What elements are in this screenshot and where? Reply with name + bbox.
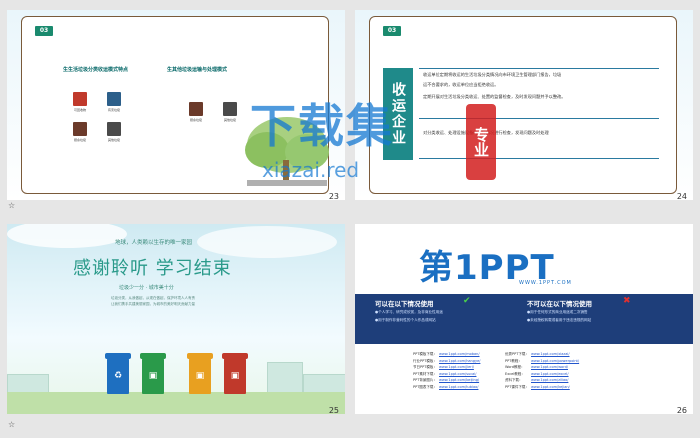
icon-caption: 有害垃圾 bbox=[107, 108, 120, 112]
recycle-bin-red: ▣ bbox=[222, 353, 248, 394]
resource-link[interactable]: www.1ppt.com/kejian/ bbox=[531, 385, 570, 389]
icon-caption: 其他垃圾 bbox=[107, 138, 120, 142]
link-label: 节日PPT模板： bbox=[413, 365, 437, 369]
resource-link[interactable]: www.1ppt.com/tubiao/ bbox=[439, 385, 478, 389]
body-text: 收运单位定期将收运的生活垃圾分类情况向市环境卫生管理部门报告，垃圾 bbox=[423, 72, 562, 77]
small-text: 垃圾分类，从我做起，从现在做起，保护环境人人有责 bbox=[111, 296, 195, 300]
resource-link[interactable]: www.1ppt.com/sucai/ bbox=[439, 372, 476, 376]
recycle-bin-blue: ♻ bbox=[105, 353, 131, 394]
slogan: 垃圾少一分 · 城市美十分 bbox=[119, 285, 174, 291]
slide-number: 23 bbox=[328, 192, 339, 200]
cross-icon: ✖ bbox=[623, 296, 631, 306]
resource-link[interactable]: www.1ppt.com/beijing/ bbox=[439, 378, 479, 382]
resource-link[interactable]: www.1ppt.com/powerpoint/ bbox=[531, 359, 579, 363]
resource-link[interactable]: www.1ppt.com/ziliao/ bbox=[531, 378, 568, 382]
link-label: PPT图表下载： bbox=[413, 384, 437, 389]
closing-title: 感谢聆听 学习结束 bbox=[73, 258, 232, 279]
body-text: 定期开展对生活垃圾分类收运、处置的监督检查，及时发现问题并予以整改。 bbox=[423, 94, 566, 99]
forbidden-line: ●用于任何形式的商业用途或二次销售 bbox=[527, 310, 588, 314]
other-waste-icon bbox=[107, 122, 121, 136]
watermark-badge: 专业 bbox=[466, 104, 496, 180]
section-badge: 03 bbox=[383, 26, 401, 36]
forbidden-line: ●未经授权转载或者用于违法违规的网站 bbox=[527, 318, 592, 322]
slide-number: 26 bbox=[676, 406, 687, 414]
allowed-line: ●用于制作非营利性的个人作品或网站 bbox=[375, 318, 436, 322]
icon-caption: 可回收物 bbox=[73, 108, 86, 112]
logo-url: WWW.1PPT.COM bbox=[519, 280, 572, 286]
section-badge: 03 bbox=[35, 26, 53, 36]
link-label: PPT模板下载： bbox=[413, 352, 437, 356]
small-text: 让我们携手共建美丽家园，为城市的美好明天贡献力量 bbox=[111, 302, 195, 306]
content-frame bbox=[369, 16, 677, 194]
divider bbox=[419, 158, 659, 159]
link-label: PPT素材下载： bbox=[413, 371, 437, 376]
kitchen-waste-icon bbox=[189, 102, 203, 116]
resource-link[interactable]: www.1ppt.com/hangye/ bbox=[439, 359, 480, 363]
resource-link[interactable]: www.1ppt.com/moban/ bbox=[439, 352, 480, 356]
allowed-title: 可以在以下情况使用 bbox=[375, 300, 434, 308]
slide-thumbnail-24[interactable]: 03 收运企业 收运单位定期将收运的生活垃圾分类情况向市环境卫生管理部门报告，垃… bbox=[355, 10, 693, 200]
slide-thumbnail-25[interactable]: 地球，人类赖以生存的唯一家园 感谢聆听 学习结束 垃圾少一分 · 城市美十分 垃… bbox=[7, 224, 345, 414]
recycle-bin-yellow: ▣ bbox=[187, 353, 213, 394]
link-label: Excel教程： bbox=[505, 371, 525, 376]
watermark-text: 下载集 bbox=[250, 99, 394, 153]
link-label: PPT课件下载： bbox=[505, 384, 529, 389]
icon-caption: 厨余垃圾 bbox=[189, 118, 202, 122]
kitchen-waste-icon bbox=[73, 122, 87, 136]
recyclable-icon bbox=[73, 92, 87, 106]
hazardous-icon bbox=[107, 92, 121, 106]
body-text: 运不合要求的，收运单位应当拒绝收运。 bbox=[423, 82, 499, 87]
slide-thumbnail-26[interactable]: 第1PPT WWW.1PPT.COM 可以在以下情况使用 ✔ ●个人学习、研究或… bbox=[355, 224, 693, 414]
divider bbox=[419, 118, 659, 119]
link-label: 资料下载： bbox=[505, 378, 523, 382]
link-label: PPT背景图片： bbox=[413, 378, 437, 382]
check-icon: ✔ bbox=[463, 296, 471, 306]
star-icon[interactable]: ☆ bbox=[8, 420, 15, 429]
slide-number: 25 bbox=[328, 406, 339, 414]
watermark-url: xiazai.red bbox=[262, 158, 360, 182]
panel-title-right: 生其他垃圾运输与处理模式 bbox=[167, 67, 228, 73]
icon-caption: 厨余垃圾 bbox=[73, 138, 86, 142]
slide-number: 24 bbox=[676, 192, 687, 200]
other-waste-icon bbox=[223, 102, 237, 116]
link-label: Word教程： bbox=[505, 365, 525, 369]
panel-title-left: 生生活垃圾分类收运模式特点 bbox=[63, 67, 129, 73]
recycle-bin-green: ▣ bbox=[140, 353, 166, 394]
star-icon[interactable]: ☆ bbox=[8, 201, 15, 210]
resource-link[interactable]: www.1ppt.com/xiazai/ bbox=[531, 352, 570, 356]
resource-link[interactable]: www.1ppt.com/excel/ bbox=[531, 372, 569, 376]
link-label: 行业PPT模板： bbox=[413, 358, 437, 363]
allowed-line: ●个人学习、研究或欣赏，及非商业性用途 bbox=[375, 310, 443, 314]
forbidden-title: 不可以在以下情况使用 bbox=[527, 300, 592, 308]
grass bbox=[7, 392, 345, 414]
resource-link[interactable]: www.1ppt.com/word/ bbox=[531, 365, 568, 369]
resource-link[interactable]: www.1ppt.com/jieri/ bbox=[439, 365, 474, 369]
top-line: 地球，人类赖以生存的唯一家园 bbox=[115, 240, 193, 246]
divider bbox=[419, 68, 659, 69]
link-label: PPT教程： bbox=[505, 358, 522, 363]
link-label: 优秀PPT下载： bbox=[505, 352, 529, 356]
